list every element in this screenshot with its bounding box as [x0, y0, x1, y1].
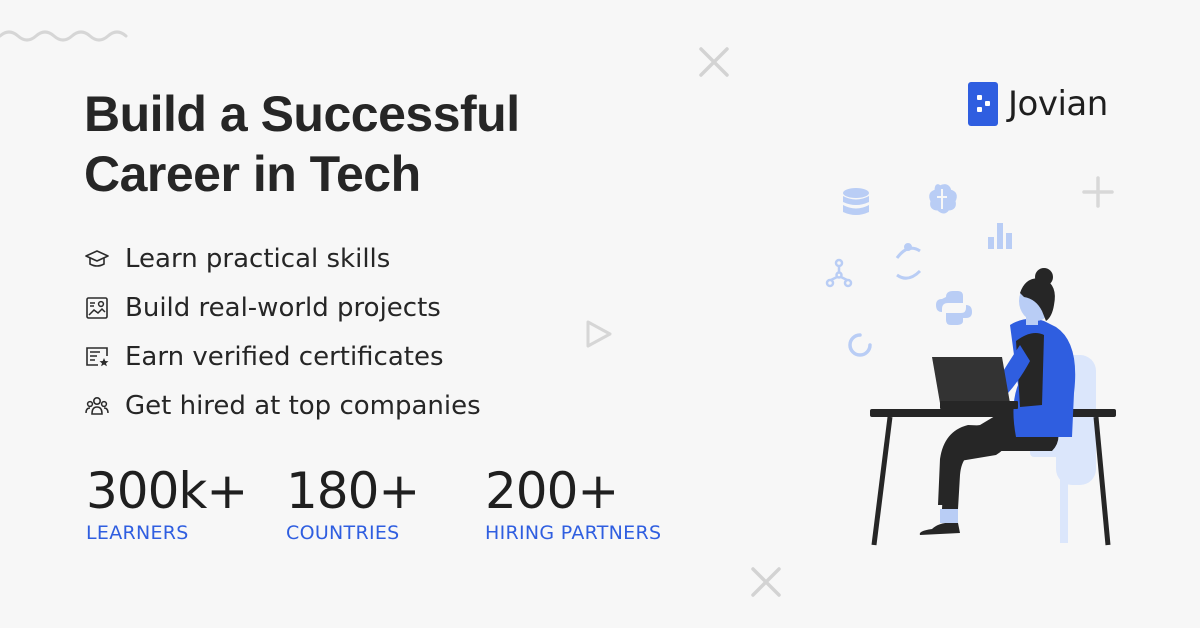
stat-label: HIRING PARTNERS [485, 522, 662, 544]
title-line-1: Build a Successful [84, 86, 520, 142]
stat-label: COUNTRIES [286, 522, 400, 544]
stat-label: LEARNERS [86, 522, 189, 544]
laptop [932, 357, 1018, 409]
stat-learners: 300k+ LEARNERS [86, 462, 248, 544]
feature-label: Earn verified certificates [125, 341, 444, 372]
stat-countries: 180+ COUNTRIES [286, 462, 420, 544]
person-ankles [940, 509, 958, 523]
title-line-2: Career in Tech [84, 146, 421, 202]
person-at-laptop-illustration [825, 184, 1116, 546]
brand-logo[interactable]: Jovian [968, 82, 1108, 126]
python-icon [936, 291, 972, 325]
social-banner: Build a Successful Career in Tech Learn … [0, 0, 1200, 628]
orbit-icon [895, 243, 922, 280]
brand-name: Jovian [1008, 84, 1108, 124]
stat-hiring-partners: 200+ HIRING PARTNERS [485, 462, 661, 544]
feature-item-projects: Build real-world projects [84, 283, 481, 332]
cross-decoration [699, 47, 729, 77]
play-triangle-decoration [586, 320, 612, 348]
people-group-icon [84, 393, 110, 419]
jovian-logo-icon [968, 82, 998, 126]
tree-network-icon [825, 258, 853, 288]
brain-icon [929, 184, 957, 214]
feature-label: Get hired at top companies [125, 390, 481, 421]
graduation-cap-icon [84, 246, 110, 272]
feature-list: Learn practical skills Build real-world … [84, 234, 481, 430]
feature-label: Learn practical skills [125, 243, 391, 274]
squiggle-decoration [0, 30, 128, 42]
project-board-icon [84, 295, 110, 321]
cross-decoration-bottom [751, 567, 781, 597]
feature-label: Build real-world projects [125, 292, 441, 323]
person-shoes [919, 522, 960, 535]
person-head [1019, 268, 1055, 325]
stat-value: 300k+ [86, 462, 248, 520]
feature-item-hired: Get hired at top companies [84, 381, 481, 430]
stat-value: 180+ [286, 462, 420, 520]
feature-item-skills: Learn practical skills [84, 234, 481, 283]
feature-item-certificates: Earn verified certificates [84, 332, 481, 381]
stat-value: 200+ [485, 462, 619, 520]
bar-chart-icon [988, 223, 1012, 249]
certificate-icon [84, 344, 110, 370]
page-title: Build a Successful Career in Tech [84, 84, 520, 204]
loading-ring-icon [848, 333, 872, 357]
database-icon [843, 188, 869, 215]
